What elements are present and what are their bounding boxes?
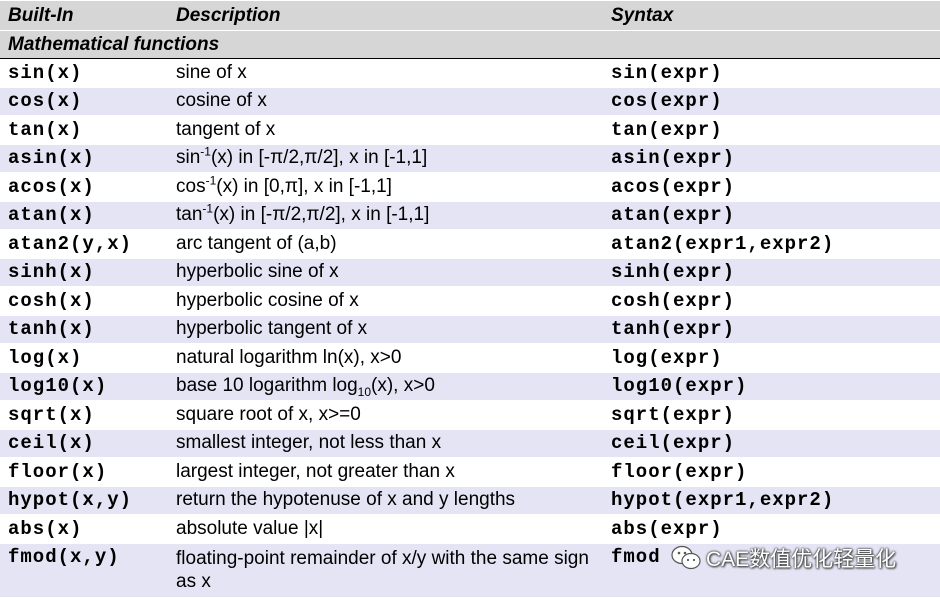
builtin-cell: floor(x)	[0, 457, 168, 486]
table-row: tan(x) tangent of x tan(expr)	[0, 115, 940, 144]
syntax-cell: atan(expr)	[603, 200, 940, 230]
builtin-cell: sinh(x)	[0, 257, 168, 287]
header-row: Built-In Description Syntax	[0, 0, 940, 31]
section-title: Mathematical functions	[0, 30, 603, 59]
table-row: log10(x) base 10 logarithm log10(x), x>0…	[0, 371, 940, 401]
table-row: cosh(x) hyperbolic cosine of x cosh(expr…	[0, 286, 940, 315]
description-cell: return the hypotenuse of x and y lengths	[168, 485, 603, 515]
builtin-cell: cosh(x)	[0, 286, 168, 315]
description-cell: absolute value |x|	[168, 514, 603, 543]
syntax-cell: atan2(expr1,expr2)	[603, 229, 940, 258]
table-row: sqrt(x) square root of x, x>=0 sqrt(expr…	[0, 400, 940, 429]
builtin-cell: abs(x)	[0, 514, 168, 543]
desc-text: (x) in [-π/2,π/2], x in [-1,1]	[210, 147, 428, 169]
header-syntax: Syntax	[603, 0, 940, 31]
table-row: atan(x) tan-1(x) in [-π/2,π/2], x in [-1…	[0, 200, 940, 230]
syntax-cell: log(expr)	[603, 343, 940, 372]
watermark-text: CAE数值优化轻量化	[706, 548, 897, 571]
builtin-cell: sqrt(x)	[0, 400, 168, 429]
table-row: acos(x) cos-1(x) in [0,π], x in [-1,1] a…	[0, 172, 940, 201]
description-cell: natural logarithm ln(x), x>0	[168, 343, 603, 372]
builtin-cell: ceil(x)	[0, 428, 168, 458]
description-cell: cosine of x	[168, 86, 603, 116]
builtin-cell: log10(x)	[0, 371, 168, 401]
superscript: -1	[205, 173, 217, 188]
wechat-icon	[671, 545, 701, 570]
desc-text: (x) in [0,π], x in [-1,1]	[216, 175, 392, 197]
description-cell: floating-point remainder of x/y with the…	[168, 542, 603, 597]
builtin-cell: log(x)	[0, 343, 168, 372]
description-cell: arc tangent of (a,b)	[168, 229, 603, 258]
builtin-cell: fmod(x,y)	[0, 542, 168, 597]
syntax-cell: acos(expr)	[603, 172, 940, 201]
syntax-cell: sin(expr)	[603, 58, 940, 87]
table-row: log(x) natural logarithm ln(x), x>0 log(…	[0, 343, 940, 372]
table-row: ceil(x) smallest integer, not less than …	[0, 428, 940, 458]
builtin-cell: acos(x)	[0, 172, 168, 201]
description-cell: hyperbolic tangent of x	[168, 314, 603, 344]
builtin-cell: atan2(y,x)	[0, 229, 168, 258]
description-cell: tan-1(x) in [-π/2,π/2], x in [-1,1]	[168, 200, 603, 230]
description-cell: smallest integer, not less than x	[168, 428, 603, 458]
syntax-cell: abs(expr)	[603, 514, 940, 543]
header-description: Description	[168, 0, 603, 31]
desc-text: base 10 logarithm log	[176, 375, 358, 397]
desc-text: tan	[176, 204, 203, 226]
table-row: hypot(x,y) return the hypotenuse of x an…	[0, 485, 940, 515]
syntax-cell: tan(expr)	[603, 115, 940, 144]
table-row: tanh(x) hyperbolic tangent of x tanh(exp…	[0, 314, 940, 344]
syntax-cell: cosh(expr)	[603, 286, 940, 315]
syntax-cell: floor(expr)	[603, 457, 940, 486]
table-row: cos(x) cosine of x cos(expr)	[0, 86, 940, 116]
builtin-cell: tanh(x)	[0, 314, 168, 344]
builtin-cell: sin(x)	[0, 58, 168, 87]
description-cell: hyperbolic cosine of x	[168, 286, 603, 315]
subscript: 10	[357, 385, 372, 400]
syntax-cell: sinh(expr)	[603, 257, 940, 287]
table-row: atan2(y,x) arc tangent of (a,b) atan2(ex…	[0, 229, 940, 258]
syntax-cell: sqrt(expr)	[603, 400, 940, 429]
desc-text: (x), x>0	[371, 375, 435, 397]
table-row: asin(x) sin-1(x) in [-π/2,π/2], x in [-1…	[0, 143, 940, 173]
description-cell: hyperbolic sine of x	[168, 257, 603, 287]
description-cell: largest integer, not greater than x	[168, 457, 603, 486]
syntax-cell: cos(expr)	[603, 86, 940, 116]
table-row: sin(x) sine of x sin(expr)	[0, 58, 940, 87]
table-row: floor(x) largest integer, not greater th…	[0, 457, 940, 486]
syntax-cell: asin(expr)	[603, 143, 940, 173]
superscript: -1	[202, 201, 214, 216]
description-cell: sine of x	[168, 58, 603, 87]
math-functions-table: Built-In Description Syntax Mathematical…	[0, 0, 940, 597]
table-row: abs(x) absolute value |x| abs(expr)	[0, 514, 940, 543]
builtin-cell: atan(x)	[0, 200, 168, 230]
builtin-cell: asin(x)	[0, 143, 168, 173]
superscript: -1	[200, 144, 211, 159]
description-cell: square root of x, x>=0	[168, 400, 603, 429]
description-cell: cos-1(x) in [0,π], x in [-1,1]	[168, 172, 603, 201]
syntax-cell: tanh(expr)	[603, 314, 940, 344]
section-row: Mathematical functions	[0, 30, 940, 59]
table-row: sinh(x) hyperbolic sine of x sinh(expr)	[0, 257, 940, 287]
description-cell: base 10 logarithm log10(x), x>0	[168, 371, 603, 401]
builtin-cell: tan(x)	[0, 115, 168, 144]
header-builtin: Built-In	[0, 0, 168, 31]
builtin-cell: cos(x)	[0, 86, 168, 116]
builtin-cell: hypot(x,y)	[0, 485, 168, 515]
description-cell: sin-1(x) in [-π/2,π/2], x in [-1,1]	[168, 143, 603, 173]
syntax-cell: hypot(expr1,expr2)	[603, 485, 940, 515]
description-cell: tangent of x	[168, 115, 603, 144]
desc-text: (x) in [-π/2,π/2], x in [-1,1]	[213, 204, 430, 226]
syntax-cell: log10(expr)	[603, 371, 940, 401]
syntax-cell: ceil(expr)	[603, 428, 940, 458]
desc-text: sin	[176, 147, 201, 169]
desc-text: cos	[176, 175, 206, 197]
watermark: CAE数值优化轻量化	[670, 540, 920, 576]
section-empty-cell	[603, 30, 940, 59]
